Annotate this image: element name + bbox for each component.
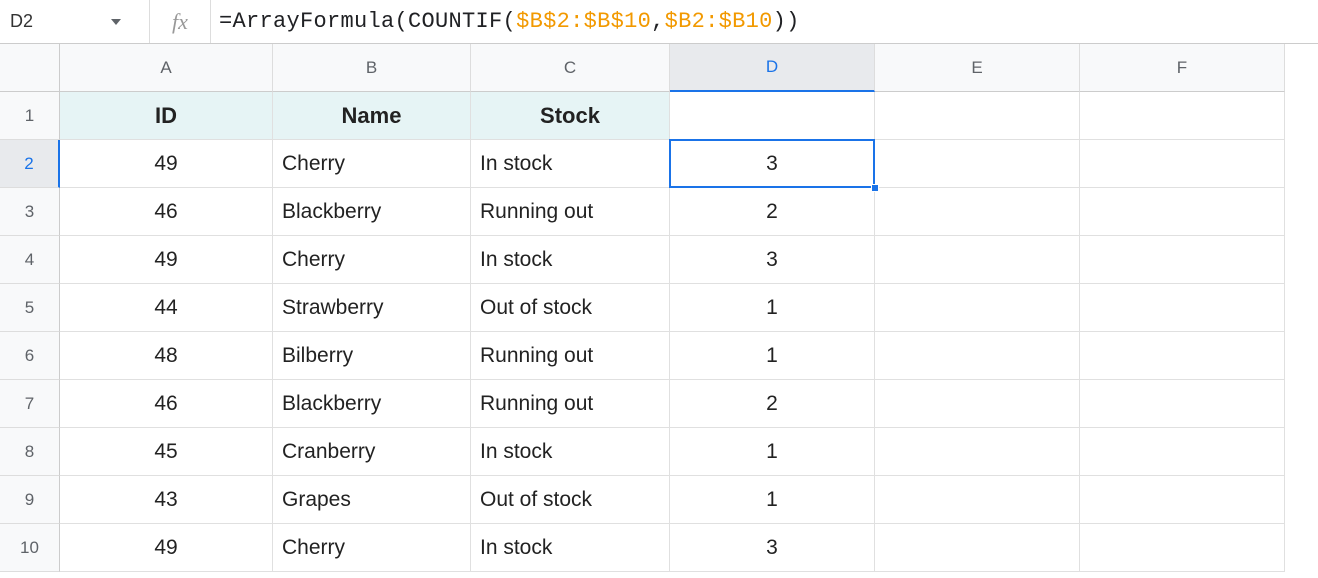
row-header-3[interactable]: 3 [0, 188, 60, 236]
row-header-1[interactable]: 1 [0, 92, 60, 140]
cell-F2[interactable] [1080, 140, 1285, 188]
cell-C2[interactable]: In stock [471, 140, 670, 188]
cell-E8[interactable] [875, 428, 1080, 476]
cell-E3[interactable] [875, 188, 1080, 236]
cell-A9[interactable]: 43 [60, 476, 273, 524]
name-box-value: D2 [10, 11, 33, 32]
row-header-9[interactable]: 9 [0, 476, 60, 524]
row-header-4[interactable]: 4 [0, 236, 60, 284]
formula-ref2: $B2:$B10 [665, 9, 773, 34]
row-header-5[interactable]: 5 [0, 284, 60, 332]
cell-B1[interactable]: Name [273, 92, 471, 140]
cell-D2-value: 3 [766, 152, 778, 176]
formula-ref1: $B$2:$B$10 [516, 9, 651, 34]
cell-B4[interactable]: Cherry [273, 236, 471, 284]
cell-A10[interactable]: 49 [60, 524, 273, 572]
col-header-E[interactable]: E [875, 44, 1080, 92]
cell-B5[interactable]: Strawberry [273, 284, 471, 332]
cell-C9[interactable]: Out of stock [471, 476, 670, 524]
cell-C6[interactable]: Running out [471, 332, 670, 380]
fx-icon: fx [150, 9, 210, 35]
cell-B8[interactable]: Cranberry [273, 428, 471, 476]
cell-D3[interactable]: 2 [670, 188, 875, 236]
cell-A3[interactable]: 46 [60, 188, 273, 236]
fill-handle[interactable] [871, 184, 879, 192]
formula-comma: , [651, 9, 665, 34]
cell-B9[interactable]: Grapes [273, 476, 471, 524]
cell-B10[interactable]: Cherry [273, 524, 471, 572]
cell-D9[interactable]: 1 [670, 476, 875, 524]
cell-F4[interactable] [1080, 236, 1285, 284]
formula-bar: D2 fx =ArrayFormula(COUNTIF($B$2:$B$10,$… [0, 0, 1318, 44]
cell-D2[interactable]: 3 [670, 140, 875, 188]
select-all-corner[interactable] [0, 44, 60, 92]
cell-C7[interactable]: Running out [471, 380, 670, 428]
cell-E6[interactable] [875, 332, 1080, 380]
cell-F10[interactable] [1080, 524, 1285, 572]
row-header-7[interactable]: 7 [0, 380, 60, 428]
cell-D8[interactable]: 1 [670, 428, 875, 476]
cell-E2[interactable] [875, 140, 1080, 188]
cell-A7[interactable]: 46 [60, 380, 273, 428]
cell-C1[interactable]: Stock [471, 92, 670, 140]
cell-E9[interactable] [875, 476, 1080, 524]
spreadsheet-grid[interactable]: A B C D E F 1 ID Name Stock 2 49 Cherry … [0, 44, 1318, 572]
cell-C4[interactable]: In stock [471, 236, 670, 284]
formula-input[interactable]: =ArrayFormula(COUNTIF($B$2:$B$10,$B2:$B1… [210, 0, 1318, 43]
cell-C5[interactable]: Out of stock [471, 284, 670, 332]
cell-C10[interactable]: In stock [471, 524, 670, 572]
cell-C3[interactable]: Running out [471, 188, 670, 236]
row-header-8[interactable]: 8 [0, 428, 60, 476]
col-header-F[interactable]: F [1080, 44, 1285, 92]
cell-F5[interactable] [1080, 284, 1285, 332]
cell-D4[interactable]: 3 [670, 236, 875, 284]
cell-D1[interactable] [670, 92, 875, 140]
cell-B7[interactable]: Blackberry [273, 380, 471, 428]
cell-A4[interactable]: 49 [60, 236, 273, 284]
cell-E4[interactable] [875, 236, 1080, 284]
col-header-D[interactable]: D [670, 44, 875, 92]
formula-text-suffix: )) [773, 9, 800, 34]
name-box[interactable]: D2 [0, 0, 150, 43]
cell-A2[interactable]: 49 [60, 140, 273, 188]
cell-E10[interactable] [875, 524, 1080, 572]
cell-A6[interactable]: 48 [60, 332, 273, 380]
cell-B6[interactable]: Bilberry [273, 332, 471, 380]
dropdown-icon[interactable] [111, 19, 121, 25]
cell-D6[interactable]: 1 [670, 332, 875, 380]
cell-C8[interactable]: In stock [471, 428, 670, 476]
cell-F9[interactable] [1080, 476, 1285, 524]
cell-A1[interactable]: ID [60, 92, 273, 140]
col-header-B[interactable]: B [273, 44, 471, 92]
cell-B3[interactable]: Blackberry [273, 188, 471, 236]
cell-A8[interactable]: 45 [60, 428, 273, 476]
col-header-C[interactable]: C [471, 44, 670, 92]
col-header-A[interactable]: A [60, 44, 273, 92]
cell-E1[interactable] [875, 92, 1080, 140]
cell-F1[interactable] [1080, 92, 1285, 140]
cell-D10[interactable]: 3 [670, 524, 875, 572]
cell-F8[interactable] [1080, 428, 1285, 476]
cell-E7[interactable] [875, 380, 1080, 428]
row-header-6[interactable]: 6 [0, 332, 60, 380]
row-header-10[interactable]: 10 [0, 524, 60, 572]
cell-F3[interactable] [1080, 188, 1285, 236]
formula-text-prefix: =ArrayFormula(COUNTIF( [219, 9, 516, 34]
cell-D5[interactable]: 1 [670, 284, 875, 332]
cell-A5[interactable]: 44 [60, 284, 273, 332]
cell-F6[interactable] [1080, 332, 1285, 380]
row-header-2[interactable]: 2 [0, 140, 60, 188]
cell-D7[interactable]: 2 [670, 380, 875, 428]
cell-E5[interactable] [875, 284, 1080, 332]
cell-B2[interactable]: Cherry [273, 140, 471, 188]
cell-F7[interactable] [1080, 380, 1285, 428]
